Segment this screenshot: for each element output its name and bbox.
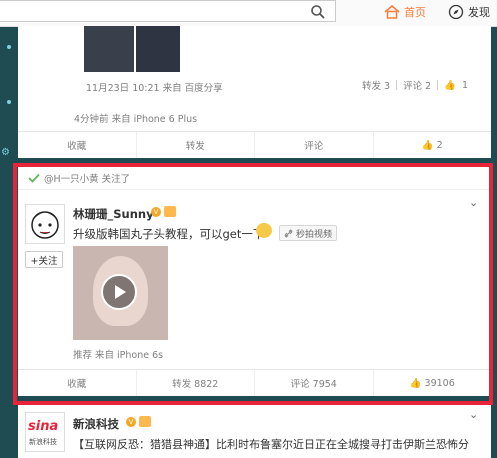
comment-button[interactable]: 评论 7954	[255, 370, 374, 396]
embedded-like-link[interactable]: 👍 1	[438, 80, 480, 91]
post-meta: 推荐 来自 iPhone 6s	[73, 350, 164, 361]
embedded-comment-link[interactable]: 评论 2	[397, 78, 437, 92]
video-tag[interactable]: 秒拍视频	[279, 225, 338, 241]
collect-button[interactable]: 收藏	[18, 370, 137, 396]
feed-card-1: 11月23日 10:21 来自 百度分享 转发 3 评论 2 👍 1 4分钟前 来…	[18, 26, 491, 158]
nav-home-link[interactable]: 首页	[384, 2, 426, 22]
collect-label: 收藏	[67, 379, 87, 390]
embedded-photo-1[interactable]	[84, 26, 134, 72]
recommend-text[interactable]: @H一只小黄 关注了	[44, 171, 130, 185]
feed-card-2: @H一只小黄 关注了 ⌄ +关注 林珊珊_Sunny V 升级版韩国丸子头教程，…	[18, 166, 491, 396]
avatar-logo-text: sina	[28, 419, 59, 434]
level-badge-icon	[164, 206, 176, 217]
username[interactable]: 林珊珊_Sunny	[73, 206, 154, 222]
play-button[interactable]	[101, 274, 137, 310]
repost-button[interactable]: 转发 8822	[137, 370, 255, 396]
top-nav-bar: 首页 发现	[0, 0, 497, 27]
thumbs-up-icon: 👍	[421, 139, 434, 151]
post-text: 【互联网反恐：猎猎县神通】比利时布鲁塞尔近日正在全城搜寻打击伊斯兰恐怖分	[73, 438, 469, 451]
comment-button[interactable]: 评论	[255, 132, 374, 158]
like-count: 2	[436, 139, 443, 151]
embedded-post-meta: 11月23日 10:21 来自 百度分享	[86, 83, 223, 94]
repost-button[interactable]: 转发	[137, 132, 255, 158]
embedded-like-count: 1	[462, 79, 469, 91]
rail-gear-icon[interactable]: ⚙	[1, 147, 10, 158]
verified-icon: V	[151, 207, 161, 217]
chevron-down-icon[interactable]: ⌄	[469, 196, 478, 209]
post-meta: 4分钟前 来自 iPhone 6 Plus	[74, 114, 198, 125]
play-icon	[115, 285, 126, 299]
username[interactable]: 新浪科技	[73, 416, 119, 432]
compass-icon	[448, 4, 464, 20]
comment-label: 评论	[304, 141, 324, 152]
avatar-cartoon-icon	[31, 211, 59, 239]
post-text: 升级版韩国丸子头教程，可以get一下	[73, 227, 265, 241]
collect-label: 收藏	[67, 141, 87, 152]
post-action-bar: 收藏 转发 8822 评论 7954 👍 39106	[18, 369, 491, 396]
post-action-bar: 收藏 转发 评论 👍 2	[18, 131, 491, 158]
embedded-repost-link[interactable]: 转发 3	[356, 78, 396, 92]
nav-discover-link[interactable]: 发现	[448, 2, 490, 22]
rail-dot	[7, 45, 11, 49]
search-icon[interactable]	[310, 4, 326, 20]
like-count: 39106	[424, 377, 455, 389]
feed-card-3: ⌄ sina 新浪科技 新浪科技 V 【互联网反恐：猎猎县神通】比利时布鲁塞尔近…	[18, 404, 491, 458]
embedded-photo-2[interactable]	[136, 26, 180, 72]
video-thumbnail[interactable]	[73, 246, 168, 340]
rail-dot	[7, 100, 11, 104]
nav-home-label: 首页	[404, 6, 426, 19]
search-input[interactable]	[0, 0, 336, 22]
repost-label: 转发	[185, 141, 205, 152]
avatar[interactable]: sina 新浪科技	[25, 412, 65, 452]
home-icon	[384, 5, 400, 19]
link-icon	[284, 228, 293, 238]
nav-discover-label: 发现	[468, 6, 490, 19]
collect-button[interactable]: 收藏	[18, 132, 137, 158]
chevron-down-icon[interactable]: ⌄	[469, 408, 478, 421]
like-button[interactable]: 👍 39106	[374, 370, 492, 396]
comment-label: 评论 7954	[290, 379, 337, 390]
cat-emoji-icon	[256, 223, 272, 238]
video-tag-label: 秒拍视频	[296, 229, 333, 240]
level-badge-icon	[139, 416, 151, 427]
avatar[interactable]	[25, 204, 65, 244]
like-button[interactable]: 👍 2	[374, 132, 492, 158]
check-icon	[28, 173, 40, 183]
recommend-bar: @H一只小黄 关注了	[18, 166, 491, 190]
follow-label: +关注	[30, 255, 58, 267]
embedded-post-actions: 转发 3 评论 2 👍 1	[356, 78, 480, 93]
avatar-logo-subtext: 新浪科技	[29, 438, 57, 446]
repost-label: 转发 8822	[172, 379, 219, 390]
verified-icon: V	[126, 417, 136, 427]
thumbs-up-icon: 👍	[409, 377, 422, 389]
follow-button[interactable]: +关注	[25, 251, 63, 268]
